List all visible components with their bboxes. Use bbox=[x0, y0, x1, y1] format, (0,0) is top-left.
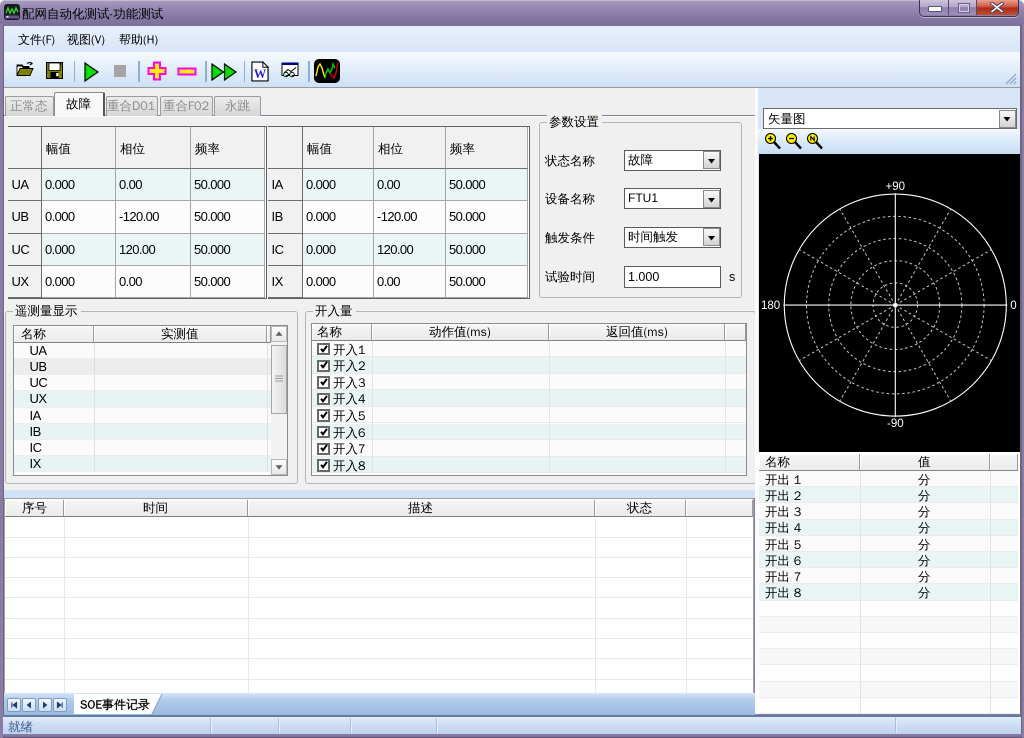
svg-text:W: W bbox=[253, 67, 266, 81]
svg-text:-90: -90 bbox=[887, 418, 904, 430]
svg-text:+90: +90 bbox=[886, 181, 906, 193]
svg-text:180: 180 bbox=[761, 300, 780, 312]
svg-text:0: 0 bbox=[1010, 300, 1016, 312]
